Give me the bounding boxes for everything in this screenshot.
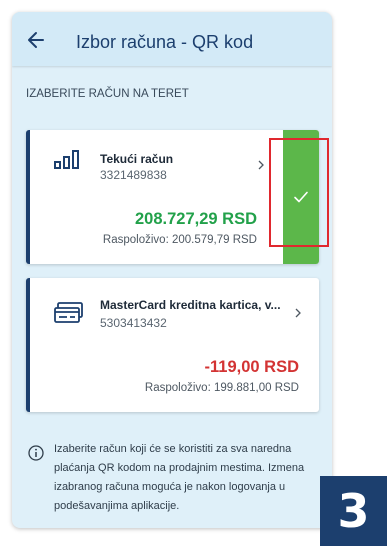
account-balance: 208.727,29 RSD (134, 210, 257, 228)
info-text: Izaberite račun koji će se koristiti za … (54, 443, 305, 512)
account-available: Raspoloživo: 199.881,00 RSD (144, 382, 299, 394)
chevron-right-icon (295, 308, 301, 318)
phone-screen: Izbor računa - QR kod IZABERITE RAČUN NA… (12, 12, 332, 528)
bar-chart-icon (54, 150, 79, 169)
account-balance: -119,00 RSD (204, 358, 299, 376)
account-card-credit[interactable]: MasterCard kreditna kartica, v... 530341… (26, 278, 319, 412)
account-available: Raspoloživo: 200.579,79 RSD (102, 234, 257, 246)
page-title: Izbor računa - QR kod (76, 32, 254, 52)
chevron-right-icon (258, 160, 264, 170)
step-badge: 3 (320, 476, 387, 546)
app-bar: Izbor računa - QR kod (12, 12, 332, 66)
account-name: Tekući račun (100, 152, 174, 166)
back-arrow-icon[interactable] (26, 30, 46, 50)
account-number: 5303413432 (100, 316, 167, 330)
credit-card-icon (54, 302, 83, 323)
account-name: MasterCard kreditna kartica, v... (100, 298, 281, 312)
info-icon (28, 445, 44, 461)
account-number: 3321489838 (100, 168, 167, 182)
selection-highlight (269, 138, 329, 247)
section-label: IZABERITE RAČUN NA TERET (26, 88, 189, 100)
